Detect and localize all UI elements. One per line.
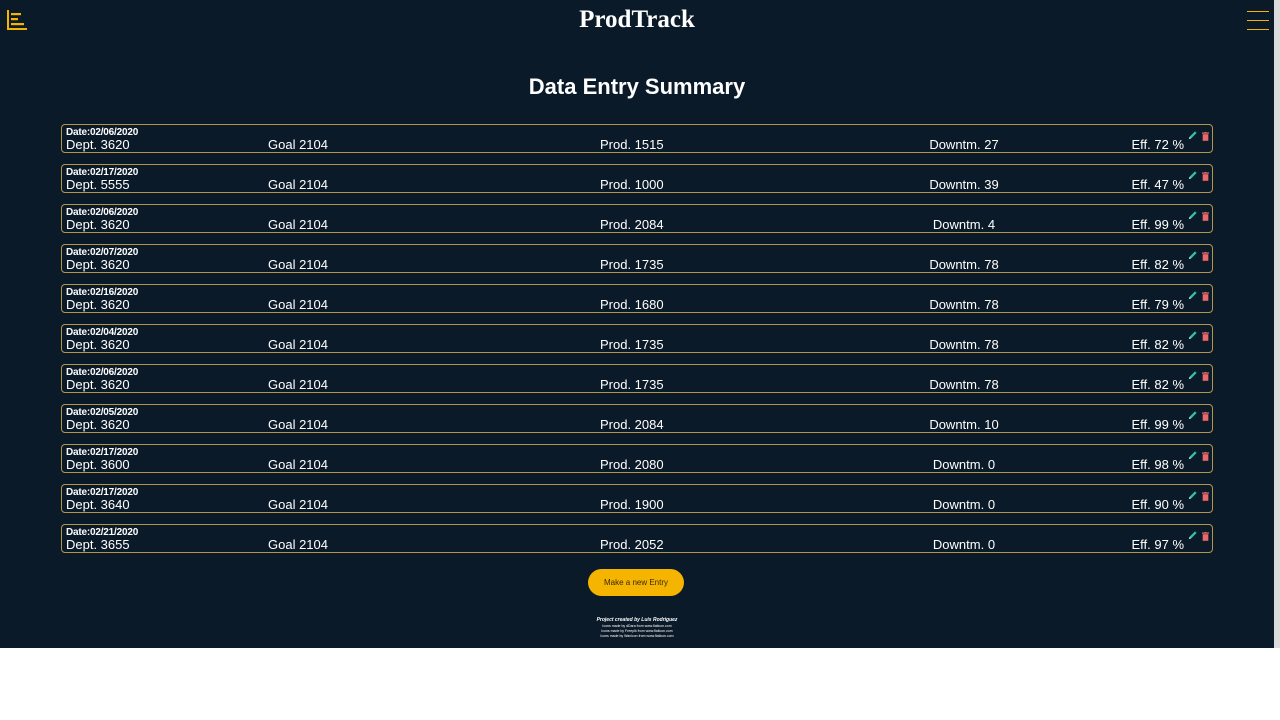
entry-prod: Prod. 1735 <box>600 257 664 272</box>
entry-efficiency: Eff. 99 % <box>1131 217 1184 232</box>
entry-row: Date:02/06/2020 Dept. 3620 Goal 2104 Prod. … <box>61 204 1213 233</box>
trash-icon[interactable] <box>1202 488 1209 501</box>
entry-downtime: Downtm. 78 <box>929 337 999 352</box>
entry-goal: Goal 2104 <box>268 377 328 392</box>
pencil-icon[interactable] <box>1188 287 1198 299</box>
entry-efficiency: Eff. 82 % <box>1131 377 1184 392</box>
entry-prod: Prod. 2080 <box>600 457 664 472</box>
pencil-icon[interactable] <box>1188 247 1198 259</box>
entry-efficiency: Eff. 97 % <box>1131 537 1184 552</box>
entry-prod: Prod. 1680 <box>600 297 664 312</box>
entry-dept: Dept. 3620 <box>66 137 130 152</box>
entry-efficiency: Eff. 90 % <box>1131 497 1184 512</box>
entry-goal: Goal 2104 <box>268 297 328 312</box>
trash-icon[interactable] <box>1202 408 1209 421</box>
trash-icon[interactable] <box>1202 368 1209 381</box>
entry-efficiency: Eff. 79 % <box>1131 297 1184 312</box>
entry-dept: Dept. 3655 <box>66 537 130 552</box>
entry-efficiency: Eff. 47 % <box>1131 177 1184 192</box>
entry-downtime: Downtm. 0 <box>932 457 996 472</box>
pencil-icon[interactable] <box>1188 527 1198 539</box>
entry-dept: Dept. 3620 <box>66 297 130 312</box>
entry-dept: Dept. 3620 <box>66 377 130 392</box>
pencil-icon[interactable] <box>1188 367 1198 379</box>
entry-efficiency: Eff. 82 % <box>1131 337 1184 352</box>
entry-goal: Goal 2104 <box>268 137 328 152</box>
entry-row: Date:02/16/2020 Dept. 3620 Goal 2104 Prod. … <box>61 284 1213 313</box>
entry-efficiency: Eff. 99 % <box>1131 417 1184 432</box>
entry-goal: Goal 2104 <box>268 177 328 192</box>
entry-downtime: Downtm. 78 <box>929 297 999 312</box>
trash-icon[interactable] <box>1202 448 1209 461</box>
entry-downtime: Downtm. 39 <box>929 177 999 192</box>
entry-goal: Goal 2104 <box>268 537 328 552</box>
entry-goal: Goal 2104 <box>268 217 328 232</box>
entry-efficiency: Eff. 82 % <box>1131 257 1184 272</box>
entry-list: Date:02/06/2020 Dept. 3620 Goal 2104 Prod. … <box>61 124 1213 564</box>
entry-dept: Dept. 3620 <box>66 417 130 432</box>
entry-downtime: Downtm. 10 <box>929 417 999 432</box>
entry-downtime: Downtm. 0 <box>932 537 996 552</box>
entry-goal: Goal 2104 <box>268 457 328 472</box>
pencil-icon[interactable] <box>1188 327 1198 339</box>
footer: Project created by Luis Rodriguez Icons … <box>0 617 1274 639</box>
trash-icon[interactable] <box>1202 168 1209 181</box>
entry-goal: Goal 2104 <box>268 337 328 352</box>
hamburger-menu-icon[interactable] <box>1247 11 1269 33</box>
trash-icon[interactable] <box>1202 328 1209 341</box>
trash-icon[interactable] <box>1202 528 1209 541</box>
trash-icon[interactable] <box>1202 288 1209 301</box>
entry-row: Date:02/05/2020 Dept. 3620 Goal 2104 Prod. … <box>61 404 1213 433</box>
entry-prod: Prod. 2084 <box>600 417 664 432</box>
entry-downtime: Downtm. 4 <box>932 217 996 232</box>
entry-goal: Goal 2104 <box>268 257 328 272</box>
entry-prod: Prod. 1735 <box>600 377 664 392</box>
entry-row: Date:02/17/2020 Dept. 3640 Goal 2104 Prod. … <box>61 484 1213 513</box>
entry-prod: Prod. 1900 <box>600 497 664 512</box>
entry-prod: Prod. 1000 <box>600 177 664 192</box>
footer-credit: Project created by Luis Rodriguez <box>596 617 678 623</box>
entry-efficiency: Eff. 72 % <box>1131 137 1184 152</box>
entry-dept: Dept. 5555 <box>66 177 130 192</box>
pencil-icon[interactable] <box>1188 167 1198 179</box>
trash-icon[interactable] <box>1202 128 1209 141</box>
pencil-icon[interactable] <box>1188 127 1198 139</box>
entry-row: Date:02/07/2020 Dept. 3620 Goal 2104 Prod. … <box>61 244 1213 273</box>
entry-downtime: Downtm. 78 <box>929 377 999 392</box>
entry-downtime: Downtm. 0 <box>932 497 996 512</box>
entry-prod: Prod. 2084 <box>600 217 664 232</box>
entry-goal: Goal 2104 <box>268 497 328 512</box>
entry-dept: Dept. 3640 <box>66 497 130 512</box>
pencil-icon[interactable] <box>1188 487 1198 499</box>
pencil-icon[interactable] <box>1188 447 1198 459</box>
entry-goal: Goal 2104 <box>268 417 328 432</box>
trash-icon[interactable] <box>1202 208 1209 221</box>
entry-downtime: Downtm. 78 <box>929 257 999 272</box>
page-title: Data Entry Summary <box>528 74 746 99</box>
entry-prod: Prod. 2052 <box>600 537 664 552</box>
entry-row: Date:02/17/2020 Dept. 3600 Goal 2104 Prod. … <box>61 444 1213 473</box>
entry-efficiency: Eff. 98 % <box>1131 457 1184 472</box>
entry-dept: Dept. 3620 <box>66 257 130 272</box>
footer-icon-credit: Icons made by Wanicon from www.flaticon.… <box>600 634 674 638</box>
scrollbar[interactable] <box>1274 0 1280 648</box>
new-entry-button[interactable]: Make a new Entry <box>588 569 684 596</box>
entry-row: Date:02/04/2020 Dept. 3620 Goal 2104 Prod. … <box>61 324 1213 353</box>
app-background: ProdTrack Data Entry Summary Date:02/06/… <box>0 0 1274 648</box>
entry-prod: Prod. 1515 <box>600 137 664 152</box>
trash-icon[interactable] <box>1202 248 1209 261</box>
entry-row: Date:02/17/2020 Dept. 5555 Goal 2104 Prod. … <box>61 164 1213 193</box>
entry-downtime: Downtm. 27 <box>929 137 999 152</box>
app-brand-title: ProdTrack <box>579 6 695 33</box>
pencil-icon[interactable] <box>1188 207 1198 219</box>
entry-row: Date:02/06/2020 Dept. 3620 Goal 2104 Prod. … <box>61 124 1213 153</box>
entry-dept: Dept. 3620 <box>66 217 130 232</box>
entry-row: Date:02/06/2020 Dept. 3620 Goal 2104 Prod. … <box>61 364 1213 393</box>
entry-dept: Dept. 3620 <box>66 337 130 352</box>
entry-row: Date:02/21/2020 Dept. 3655 Goal 2104 Prod. … <box>61 524 1213 553</box>
entry-dept: Dept. 3600 <box>66 457 130 472</box>
entry-prod: Prod. 1735 <box>600 337 664 352</box>
pencil-icon[interactable] <box>1188 407 1198 419</box>
